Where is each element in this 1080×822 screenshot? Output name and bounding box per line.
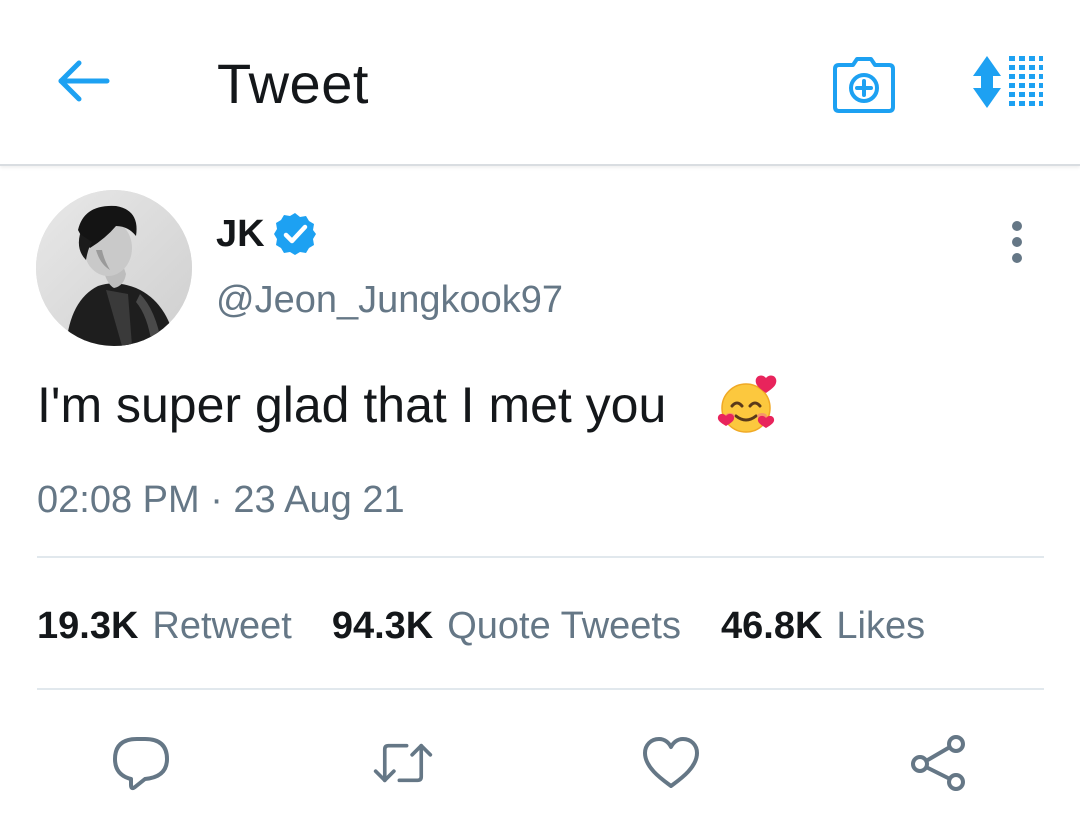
retweet-button[interactable] [372, 732, 434, 794]
author-handle[interactable]: @Jeon_Jungkook97 [216, 278, 563, 322]
tweet-timestamp: 02:08 PM · 23 Aug 21 [37, 479, 405, 521]
camera-add-icon [833, 57, 895, 113]
stat-likes[interactable]: 46.8K Likes [721, 603, 925, 649]
stat-quote-tweets[interactable]: 94.3K Quote Tweets [332, 603, 681, 649]
stat-count: 94.3K [331, 605, 434, 647]
share-button[interactable] [908, 732, 970, 794]
back-button[interactable] [52, 52, 116, 110]
top-app-bar: Tweet [0, 0, 1080, 166]
divider [37, 556, 1044, 558]
smiling-face-with-hearts-icon [717, 375, 777, 433]
tweet-detail-screen: Tweet JK @Jeon_Jungkook97 I'm super glad… [0, 0, 1080, 822]
tweet-text: I'm super glad that I met you [37, 377, 667, 433]
share-icon [911, 735, 965, 791]
verified-badge-icon [274, 213, 316, 255]
stat-retweets[interactable]: 19.3K Retweet [37, 603, 292, 649]
more-vertical-icon [1012, 221, 1022, 263]
avatar[interactable] [36, 190, 192, 346]
arrow-left-icon [58, 60, 110, 102]
author-name[interactable]: JK [216, 212, 265, 256]
like-button[interactable] [640, 732, 702, 794]
divider [37, 688, 1044, 690]
reply-button[interactable] [110, 732, 172, 794]
stat-count: 19.3K [37, 605, 139, 647]
heart-icon [643, 737, 699, 788]
stat-count: 46.8K [721, 605, 823, 647]
stat-label: Quote Tweets [447, 605, 681, 647]
retweet-icon [373, 743, 433, 783]
reply-bubble-icon [113, 737, 169, 791]
more-options-button[interactable] [996, 218, 1038, 266]
page-title: Tweet [217, 52, 369, 115]
sort-lines-icon [973, 56, 1043, 108]
engagement-stats: 19.3K Retweet 94.3K Quote Tweets 46.8K L… [37, 603, 925, 649]
stat-label: Retweet [152, 605, 292, 647]
sort-button[interactable] [966, 52, 1048, 112]
profile-photo-avatar [36, 190, 192, 346]
stat-label: Likes [836, 605, 926, 647]
camera-button[interactable] [830, 54, 898, 116]
